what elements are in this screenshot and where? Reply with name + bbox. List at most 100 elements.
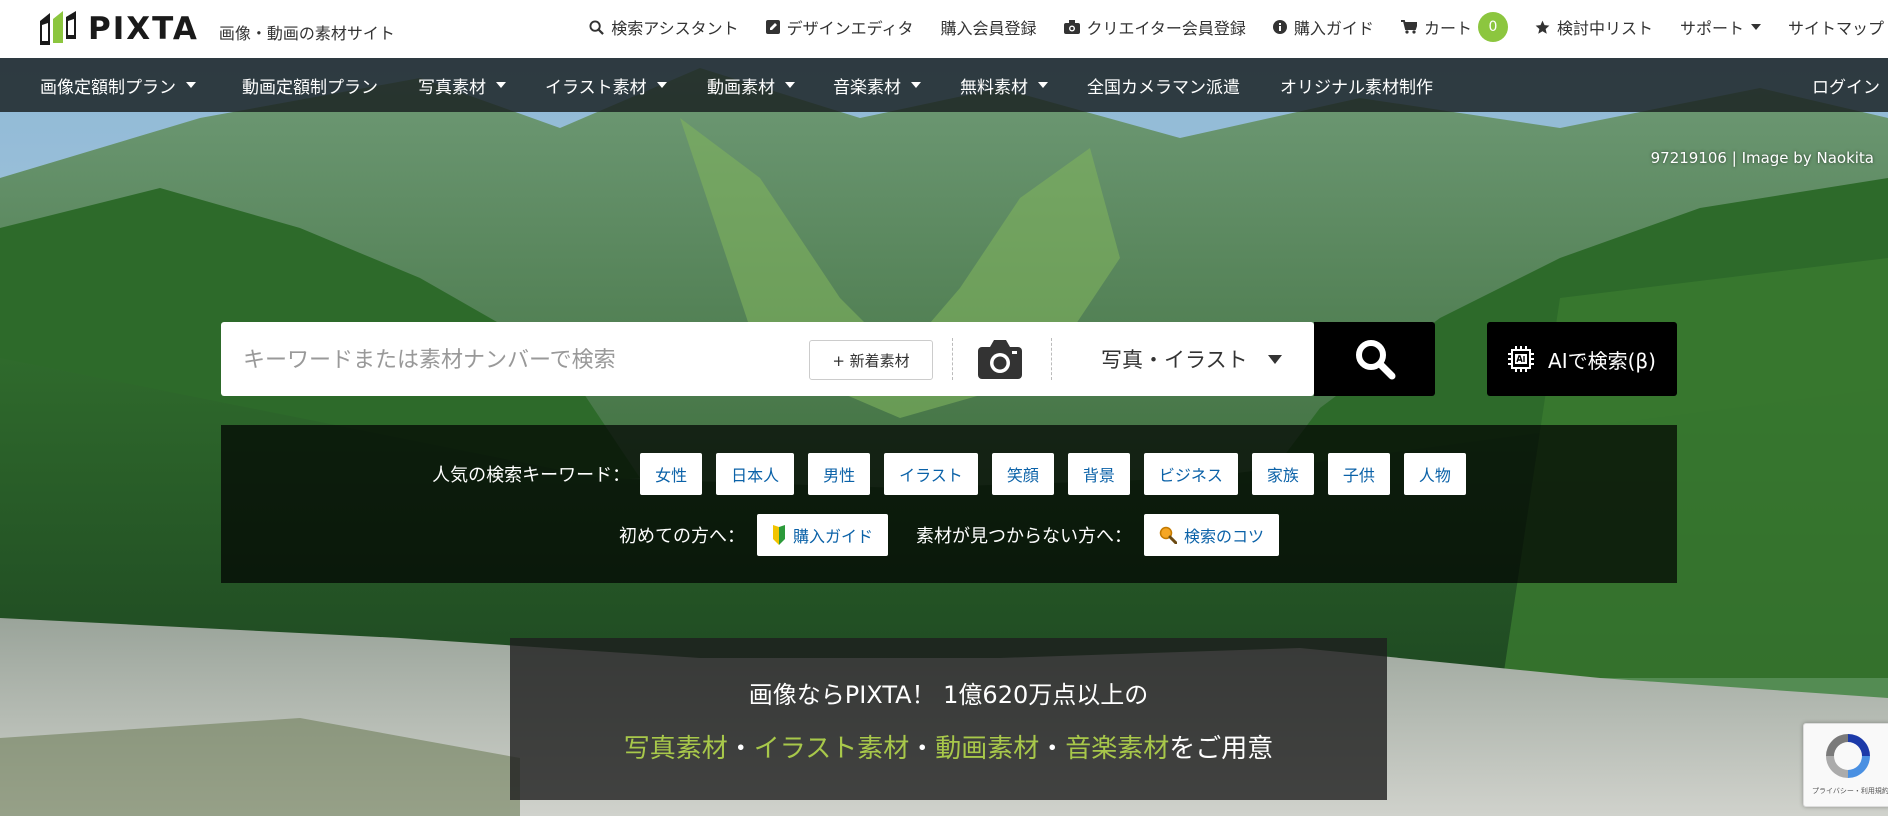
util-cart[interactable]: カート 0 — [1400, 12, 1508, 42]
util-label: 購入会員登録 — [940, 19, 1037, 38]
chevron-down-icon — [656, 82, 667, 88]
purchase-guide-link[interactable]: 購入ガイド — [756, 514, 888, 556]
nav-label: オリジナル素材制作 — [1280, 77, 1433, 98]
pixta-logo-icon — [40, 11, 76, 45]
chevron-down-icon — [1038, 82, 1048, 88]
util-search-assistant[interactable]: 検索アシスタント — [589, 15, 739, 39]
keyword-panel: 人気の検索キーワード： 女性 日本人 男性 イラスト 笑顔 背景 ビジネス 家族… — [221, 425, 1677, 583]
info-icon — [1272, 20, 1287, 34]
search-submit-button[interactable] — [1314, 322, 1435, 396]
nav-music[interactable]: 音楽素材 — [833, 58, 921, 112]
help-links-row: 初めての方へ： 購入ガイド 素材が見つからない方へ： 検索のコツ — [221, 514, 1677, 556]
promo-sep: ・ — [727, 734, 754, 764]
nav-photo[interactable]: 写真素材 — [418, 58, 506, 112]
purchase-guide-label: 購入ガイド — [792, 527, 873, 546]
keyword-tag[interactable]: 背景 — [1067, 453, 1130, 495]
keyword-tag[interactable]: 子供 — [1327, 453, 1390, 495]
promo-banner: 画像ならPIXTA！ 1億620万点以上の 写真素材・イラスト素材・動画素材・音… — [510, 638, 1387, 800]
nav-illustration[interactable]: イラスト素材 — [545, 58, 667, 112]
new-material-button[interactable]: + 新着素材 — [809, 340, 933, 380]
image-search-button[interactable] — [977, 337, 1023, 381]
nav-label: ログイン — [1812, 77, 1880, 98]
keyword-tag[interactable]: 家族 — [1251, 453, 1314, 495]
promo-suffix: をご用意 — [1169, 734, 1274, 764]
search-tips-link[interactable]: 検索のコツ — [1144, 514, 1280, 556]
nav-image-subscription[interactable]: 画像定額制プラン — [40, 58, 196, 112]
util-label: 検討中リスト — [1556, 19, 1653, 38]
chevron-down-icon — [785, 82, 795, 88]
nav-free[interactable]: 無料素材 — [960, 58, 1048, 112]
keyword-tag[interactable]: 笑顔 — [991, 453, 1054, 495]
promo-item: 音楽素材 — [1065, 734, 1170, 764]
promo-item: 写真素材 — [623, 734, 728, 764]
keyword-tag[interactable]: 人物 — [1403, 453, 1466, 495]
util-buyer-signup[interactable]: 購入会員登録 — [941, 15, 1037, 39]
search-icon — [1355, 340, 1395, 380]
popular-keywords-row: 人気の検索キーワード： 女性 日本人 男性 イラスト 笑顔 背景 ビジネス 家族… — [221, 453, 1677, 495]
keyword-tag[interactable]: ビジネス — [1143, 453, 1238, 495]
util-design-editor[interactable]: デザインエディタ — [765, 15, 914, 39]
recaptcha-icon — [1826, 734, 1870, 778]
divider — [1051, 338, 1052, 380]
util-wishlist[interactable]: 検討中リスト — [1535, 15, 1653, 39]
ai-chip-icon — [1508, 346, 1535, 372]
promo-subline: 写真素材・イラスト素材・動画素材・音楽素材をご用意 — [510, 728, 1387, 765]
nav-photographer-dispatch[interactable]: 全国カメラマン派遣 — [1087, 58, 1240, 112]
top-header: PIXTA 画像・動画の素材サイト 検索アシスタント デザインエディタ 購入会員… — [0, 0, 1888, 58]
nav-label: 動画素材 — [707, 77, 775, 98]
util-label: 購入ガイド — [1293, 19, 1374, 38]
keyword-tag[interactable]: イラスト — [884, 453, 978, 495]
promo-sep: ・ — [909, 734, 936, 764]
util-label: クリエイター会員登録 — [1086, 19, 1246, 38]
pixta-logo[interactable]: PIXTA 画像・動画の素材サイト — [38, 9, 395, 49]
util-creator-signup[interactable]: クリエイター会員登録 — [1063, 15, 1246, 39]
nav-label: 動画定額制プラン — [242, 77, 378, 98]
search-tips-label: 検索のコツ — [1184, 527, 1265, 546]
chevron-down-icon — [1267, 354, 1282, 364]
ai-search-label: AIで検索(β) — [1548, 348, 1656, 373]
star-icon — [1535, 20, 1550, 35]
util-label: デザインエディタ — [786, 19, 914, 38]
keyword-tag[interactable]: 女性 — [640, 453, 703, 495]
promo-headline: 画像ならPIXTA！ 1億620万点以上の — [748, 681, 1149, 709]
search-input[interactable] — [241, 338, 805, 382]
util-label: サイトマップ — [1787, 19, 1884, 38]
promo-sep: ・ — [1039, 734, 1066, 764]
magnifier-icon — [1159, 526, 1177, 544]
util-label: カート — [1423, 19, 1472, 38]
util-support[interactable]: サポート — [1680, 15, 1761, 39]
brand-tagline: 画像・動画の素材サイト — [218, 24, 395, 43]
image-credit[interactable]: 97219106 | Image by Naokita — [1651, 149, 1874, 167]
nav-video[interactable]: 動画素材 — [707, 58, 795, 112]
keyword-tag[interactable]: 男性 — [808, 453, 871, 495]
chevron-down-icon — [496, 82, 506, 88]
nav-video-subscription[interactable]: 動画定額制プラン — [242, 58, 378, 112]
cart-count-badge: 0 — [1477, 12, 1508, 42]
utility-nav: 検索アシスタント デザインエディタ 購入会員登録 クリエイター会員登録 購入ガイ… — [562, 0, 1888, 54]
ai-search-button[interactable]: AIで検索(β) — [1487, 322, 1677, 396]
cart-icon — [1400, 20, 1417, 34]
nav-label: 画像定額制プラン — [40, 77, 176, 98]
util-sitemap[interactable]: サイトマップ — [1788, 15, 1884, 39]
main-nav: 画像定額制プラン 動画定額制プラン 写真素材 イラスト素材 動画素材 音楽素材 … — [0, 58, 1888, 112]
search-box: + 新着素材 写真・イラスト — [221, 322, 1314, 396]
chevron-down-icon — [186, 82, 196, 88]
recaptcha-badge[interactable]: プライバシー・利用規約 — [1803, 723, 1888, 807]
camera-icon — [978, 340, 1022, 379]
category-select[interactable]: 写真・イラスト — [1101, 340, 1282, 378]
chevron-down-icon — [911, 82, 921, 88]
nav-label: 全国カメラマン派遣 — [1087, 77, 1240, 98]
keyword-tag[interactable]: 日本人 — [716, 453, 795, 495]
util-label: サポート — [1679, 19, 1744, 38]
nav-login[interactable]: ログイン — [1812, 58, 1880, 112]
brand-name: PIXTA — [88, 11, 199, 47]
nav-label: 無料素材 — [960, 77, 1028, 98]
not-found-label: 素材が見つからない方へ： — [916, 526, 1132, 547]
util-purchase-guide[interactable]: 購入ガイド — [1272, 15, 1374, 39]
util-label: 検索アシスタント — [611, 19, 739, 38]
edit-icon — [765, 20, 780, 34]
nav-label: 写真素材 — [418, 77, 486, 98]
promo-item: イラスト素材 — [753, 734, 910, 764]
nav-original-production[interactable]: オリジナル素材制作 — [1280, 58, 1433, 112]
nav-label: イラスト素材 — [545, 77, 647, 98]
